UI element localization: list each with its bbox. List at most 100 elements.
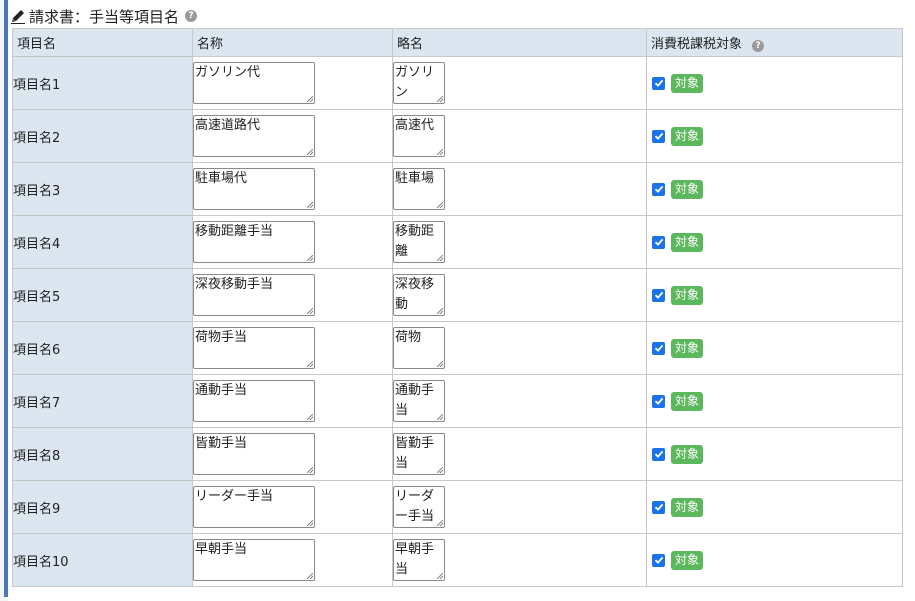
tax-checkbox[interactable] (652, 129, 665, 143)
panel-header: 請求書：手当等項目名 ? (10, 6, 198, 26)
tax-checkbox[interactable] (652, 394, 665, 408)
taxable-badge: 対象 (671, 550, 704, 570)
abbr-cell: 駐車場 (392, 162, 647, 216)
name-textarea[interactable]: 通動手当 (193, 380, 315, 422)
tax-cell: 対象 (646, 268, 903, 322)
name-textarea[interactable]: 荷物手当 (193, 327, 315, 369)
taxable-badge: 対象 (671, 179, 704, 199)
taxable-badge: 対象 (671, 444, 704, 464)
table-row: 項目名8 皆勤手当 皆勤手当 対象 (12, 427, 903, 481)
abbr-textarea[interactable]: 早朝手当 (393, 539, 445, 581)
name-textarea[interactable]: 移動距離手当 (193, 221, 315, 263)
tax-toggle: 対象 (647, 232, 902, 252)
name-textarea[interactable]: リーダー手当 (193, 486, 315, 528)
tax-checkbox[interactable] (652, 553, 665, 567)
table-row: 項目名6 荷物手当 荷物 対象 (12, 321, 903, 375)
table-row: 項目名1 ガソリン代 ガソリン 対象 (12, 56, 903, 110)
taxable-badge: 対象 (671, 285, 704, 305)
abbr-textarea[interactable]: 荷物 (393, 327, 445, 369)
tax-checkbox[interactable] (652, 288, 665, 302)
tax-checkbox[interactable] (652, 76, 665, 90)
abbr-cell: 移動距離 (392, 215, 647, 269)
name-textarea[interactable]: ガソリン代 (193, 62, 315, 104)
item-label: 項目名9 (12, 480, 193, 534)
taxable-badge: 対象 (671, 232, 704, 252)
taxable-badge: 対象 (671, 497, 704, 517)
check-icon (654, 238, 663, 246)
name-cell: ガソリン代 (192, 56, 393, 110)
table-row: 項目名2 高速道路代 高速代 対象 (12, 109, 903, 163)
tax-cell: 対象 (646, 374, 903, 428)
taxable-badge: 対象 (671, 338, 704, 358)
abbr-textarea[interactable]: 高速代 (393, 115, 445, 157)
tax-cell: 対象 (646, 162, 903, 216)
item-label: 項目名3 (12, 162, 193, 216)
check-icon (654, 291, 663, 299)
tax-cell: 対象 (646, 56, 903, 110)
item-label: 項目名4 (12, 215, 193, 269)
column-header-tax: 消費税課税対象 ? (646, 28, 903, 57)
tax-toggle: 対象 (647, 550, 902, 570)
abbr-cell: 深夜移動 (392, 268, 647, 322)
pencil-icon (11, 10, 25, 24)
tax-cell: 対象 (646, 427, 903, 481)
tax-toggle: 対象 (647, 338, 902, 358)
help-icon[interactable]: ? (752, 40, 765, 52)
name-cell: 早朝手当 (192, 533, 393, 587)
item-label: 項目名8 (12, 427, 193, 481)
column-header-item: 項目名 (12, 28, 193, 57)
abbr-textarea[interactable]: 深夜移動 (393, 274, 445, 316)
tax-checkbox[interactable] (652, 235, 665, 249)
item-label: 項目名1 (12, 56, 193, 110)
abbr-textarea[interactable]: リーダー手当 (393, 486, 445, 528)
name-cell: リーダー手当 (192, 480, 393, 534)
name-cell: 皆勤手当 (192, 427, 393, 481)
name-textarea[interactable]: 深夜移動手当 (193, 274, 315, 316)
help-icon[interactable]: ? (185, 10, 198, 22)
check-icon (654, 450, 663, 458)
abbr-cell: 皆勤手当 (392, 427, 647, 481)
table-row: 項目名7 通動手当 通動手当 対象 (12, 374, 903, 428)
check-icon (654, 344, 663, 352)
name-cell: 駐車場代 (192, 162, 393, 216)
tax-cell: 対象 (646, 321, 903, 375)
tax-toggle: 対象 (647, 73, 902, 93)
table-row: 項目名9 リーダー手当 リーダー手当 対象 (12, 480, 903, 534)
item-label: 項目名5 (12, 268, 193, 322)
tax-checkbox[interactable] (652, 447, 665, 461)
abbr-textarea[interactable]: 駐車場 (393, 168, 445, 210)
tax-cell: 対象 (646, 480, 903, 534)
invoice-allowance-panel: 請求書：手当等項目名 ? 項目名 名称 略名 消費税課税対象 ? 項目名1 ガソリ… (8, 0, 915, 601)
item-label: 項目名6 (12, 321, 193, 375)
check-icon (654, 185, 663, 193)
check-icon (654, 556, 663, 564)
taxable-badge: 対象 (671, 391, 704, 411)
name-textarea[interactable]: 駐車場代 (193, 168, 315, 210)
column-header-tax-label: 消費税課税対象 (651, 37, 743, 52)
tax-toggle: 対象 (647, 285, 902, 305)
check-icon (654, 503, 663, 511)
tax-checkbox[interactable] (652, 341, 665, 355)
abbr-textarea[interactable]: ガソリン (393, 62, 445, 104)
tax-checkbox[interactable] (652, 182, 665, 196)
name-textarea[interactable]: 皆勤手当 (193, 433, 315, 475)
tax-toggle: 対象 (647, 444, 902, 464)
abbr-textarea[interactable]: 通動手当 (393, 380, 445, 422)
abbr-cell: ガソリン (392, 56, 647, 110)
abbr-textarea[interactable]: 皆勤手当 (393, 433, 445, 475)
tax-checkbox[interactable] (652, 500, 665, 514)
taxable-badge: 対象 (671, 126, 704, 146)
tax-cell: 対象 (646, 215, 903, 269)
name-textarea[interactable]: 早朝手当 (193, 539, 315, 581)
abbr-textarea[interactable]: 移動距離 (393, 221, 445, 263)
item-label: 項目名2 (12, 109, 193, 163)
abbr-cell: 高速代 (392, 109, 647, 163)
check-icon (654, 132, 663, 140)
panel-title: 請求書：手当等項目名 (29, 7, 180, 26)
tax-toggle: 対象 (647, 179, 902, 199)
tax-cell: 対象 (646, 533, 903, 587)
name-textarea[interactable]: 高速道路代 (193, 115, 315, 157)
tax-cell: 対象 (646, 109, 903, 163)
column-header-abbr: 略名 (392, 28, 647, 57)
column-header-name: 名称 (192, 28, 393, 57)
